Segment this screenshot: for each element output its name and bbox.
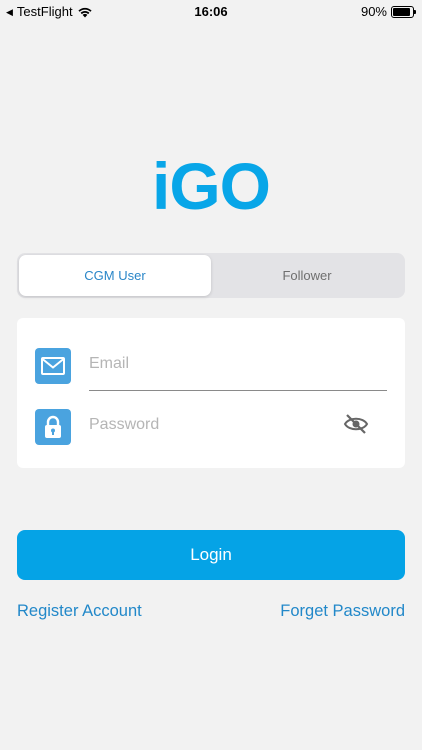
segment-follower[interactable]: Follower [211, 255, 403, 296]
status-time: 16:06 [194, 4, 228, 19]
lock-icon [35, 409, 71, 445]
password-input[interactable] [89, 410, 329, 440]
app-logo: iGO [151, 149, 271, 223]
forget-password-link[interactable]: Forget Password [280, 602, 405, 621]
envelope-icon [35, 348, 71, 384]
user-type-segmented-control: CGM User Follower [17, 253, 405, 298]
segment-cgm-user[interactable]: CGM User [19, 255, 211, 296]
register-account-link[interactable]: Register Account [17, 602, 142, 621]
email-underline [89, 390, 387, 391]
battery-percent: 90% [360, 4, 387, 19]
login-screen: ◀ TestFlight 16:06 90% iGO CGM User Foll… [0, 0, 422, 750]
status-bar: ◀ TestFlight 16:06 90% [0, 0, 422, 24]
eye-slash-icon[interactable] [343, 413, 369, 435]
login-form-card [17, 318, 405, 468]
email-input[interactable] [89, 349, 387, 379]
battery-icon [391, 5, 416, 18]
login-button[interactable]: Login [17, 530, 405, 580]
battery-fill [393, 7, 411, 16]
status-bar-right: 90% [360, 4, 416, 19]
